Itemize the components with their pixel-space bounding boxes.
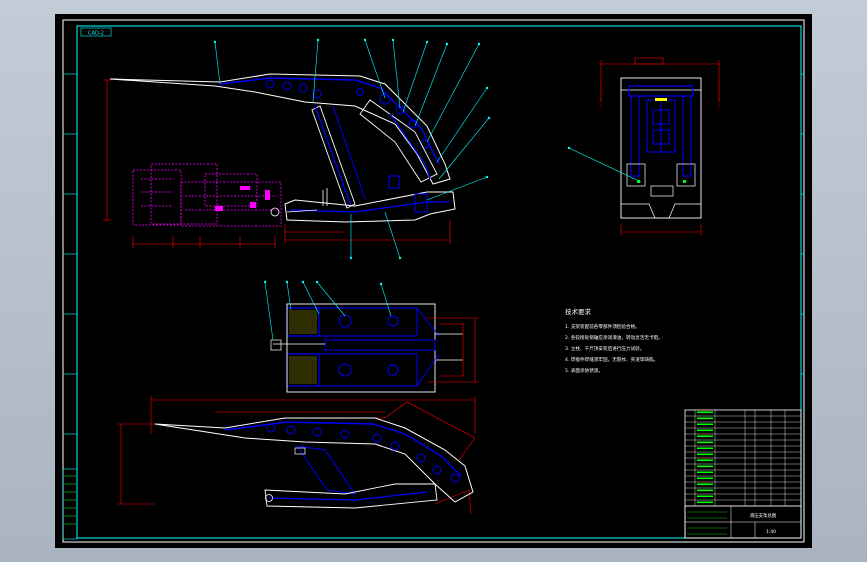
front-prop-rod xyxy=(314,105,352,207)
parts-list[interactable]: 液压支架总图 1:40 xyxy=(684,409,802,539)
lowered-props xyxy=(295,445,357,495)
parts-list-code-mark xyxy=(697,423,713,426)
plan-view[interactable] xyxy=(263,280,479,393)
drawing-frame xyxy=(76,25,802,539)
parts-list-frame xyxy=(684,409,802,539)
note-line-1: 1. 支架装配前各零部件须检验合格。 xyxy=(565,323,640,330)
parts-list-code-mark xyxy=(697,441,713,444)
drawing-canvas[interactable]: CAD-2 技术要求 1. 支架装配前各零部件须检验合格。 2. 各铰接处销轴应… xyxy=(55,14,812,548)
notes-title: 技术要求 xyxy=(565,307,592,316)
canopy-outline xyxy=(109,73,451,185)
parts-list-code-mark xyxy=(697,429,713,432)
zone-ticks xyxy=(63,73,804,435)
parts-list-code-mark xyxy=(697,483,713,486)
parts-list-code-mark xyxy=(697,471,713,474)
plan-leader-dots xyxy=(263,280,383,286)
lowered-elevation-view[interactable] xyxy=(117,396,476,515)
note-line-5: 5. 表面涂防锈漆。 xyxy=(565,367,603,374)
lowered-pins xyxy=(266,423,460,483)
parts-list-codes xyxy=(697,411,713,504)
parts-list-code-mark xyxy=(697,489,713,492)
side-view[interactable] xyxy=(567,57,720,236)
parts-list-code-mark xyxy=(697,465,713,468)
title-block-signatures xyxy=(687,511,727,535)
parts-list-code-mark xyxy=(697,411,713,414)
sheet-border xyxy=(62,19,805,543)
parts-list-code-mark xyxy=(697,447,713,450)
shield-link xyxy=(389,113,431,180)
parts-list-code-mark xyxy=(697,495,713,498)
side-leader-dot xyxy=(567,146,571,150)
side-markers xyxy=(655,98,667,101)
side-leader xyxy=(568,147,642,183)
balloon-leaders xyxy=(214,39,490,259)
rear-prop xyxy=(332,105,366,200)
lowered-dimensions xyxy=(117,396,476,515)
title-block-scale: 1:40 xyxy=(766,529,776,535)
plan-leaders xyxy=(264,281,392,341)
parts-list-code-mark xyxy=(697,435,713,438)
drawing-tag: CAD-2 xyxy=(88,31,104,37)
note-line-3: 3. 立柱、千斤顶安装后进行压力试验。 xyxy=(565,345,644,352)
parts-list-code-mark xyxy=(697,417,713,420)
side-green-marks xyxy=(637,180,686,183)
cad-drawing: CAD-2 技术要求 1. 支架装配前各零部件须检验合格。 2. 各铰接处销轴应… xyxy=(62,19,805,543)
parts-list-code-mark xyxy=(697,453,713,456)
parts-list-code-mark xyxy=(697,459,713,462)
title-block-name: 液压支架总图 xyxy=(750,512,777,519)
conveyor-details xyxy=(215,186,270,211)
canopy-plate xyxy=(219,77,440,165)
note-line-2: 2. 各铰接处销轴应涂润滑油，转动灵活无卡阻。 xyxy=(565,334,663,341)
technical-notes: 技术要求 1. 支架装配前各零部件须检验合格。 2. 各铰接处销轴应涂润滑油，转… xyxy=(565,307,663,374)
margin-stamp xyxy=(62,468,78,540)
margin-stamp-lines xyxy=(64,475,76,525)
plan-hatch xyxy=(289,310,317,384)
conveyor-outline xyxy=(132,163,282,227)
pusher-pin xyxy=(270,207,280,217)
side-canopy xyxy=(628,85,694,97)
side-detail xyxy=(621,163,701,219)
plan-components xyxy=(318,307,440,387)
lowered-canopy xyxy=(154,417,474,503)
base-outline xyxy=(284,191,456,223)
parts-list-code-mark xyxy=(697,501,713,504)
link-box xyxy=(388,175,400,189)
main-elevation-view[interactable] xyxy=(103,38,491,260)
note-line-4: 4. 焊接件焊缝须牢固，无裂纹、夹渣等缺陷。 xyxy=(565,356,658,363)
parts-list-code-mark xyxy=(697,477,713,480)
